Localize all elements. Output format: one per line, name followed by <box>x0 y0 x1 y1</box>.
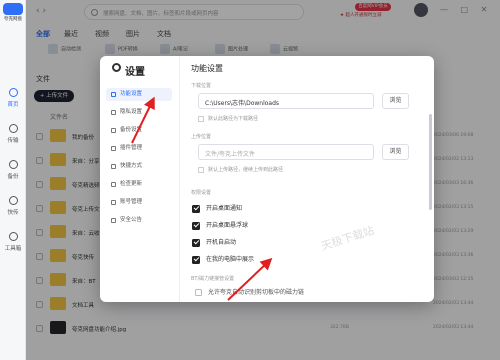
arrow-to-magnet-option <box>227 257 273 301</box>
annotation-arrows <box>131 96 273 301</box>
arrow-to-function-settings <box>131 96 155 144</box>
